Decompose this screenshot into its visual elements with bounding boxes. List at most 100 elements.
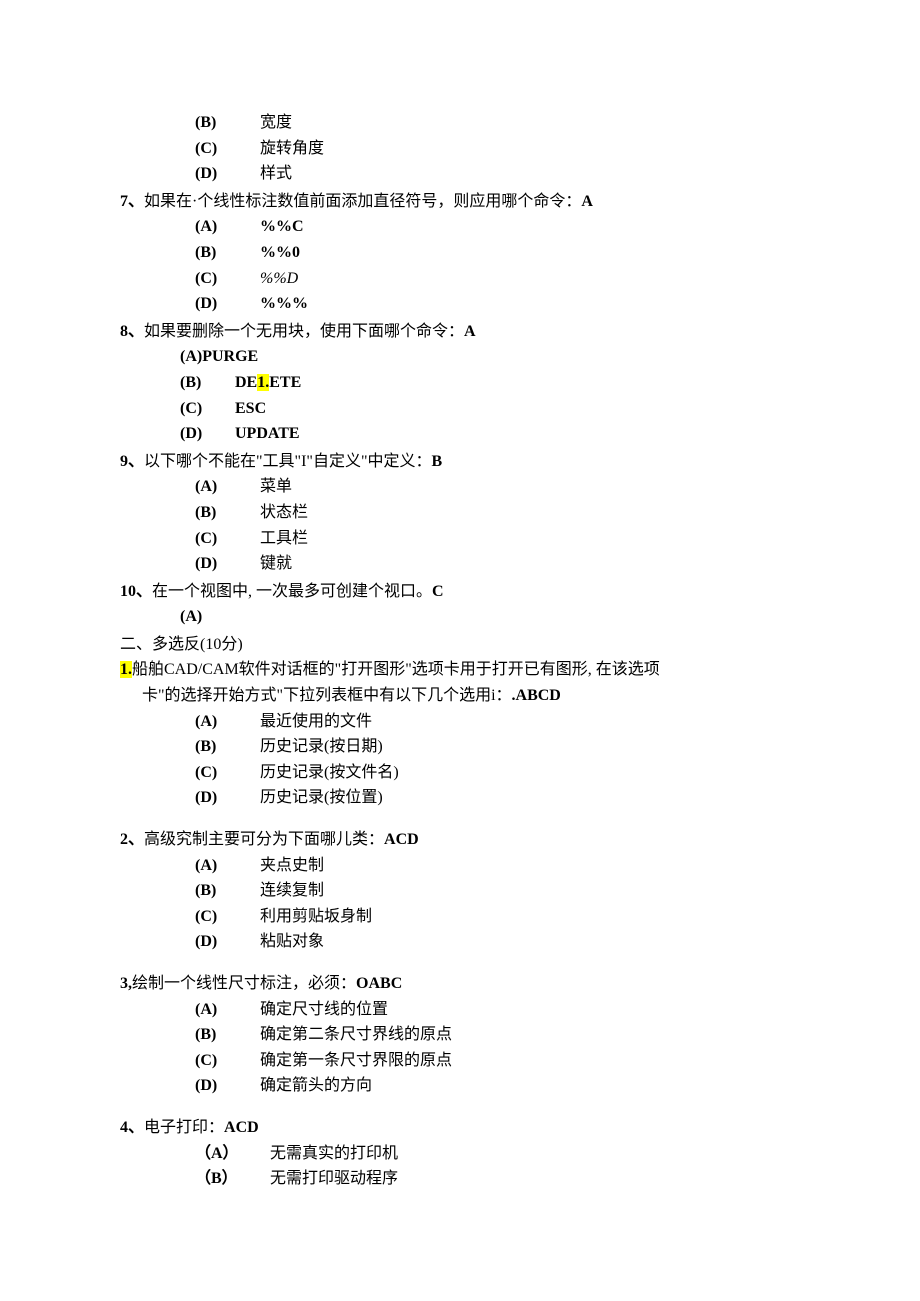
question-answer: C [432,583,444,600]
option-letter: (C) [195,1048,260,1074]
s2q3-options: (A) 确定尺寸线的位置 (B) 确定第二条尺寸界线的原点 (C) 确定第一条尺… [120,997,800,1099]
option-row: (D) 粘贴对象 [195,929,800,955]
question-text: 以下哪个不能在"工具"I"自定义"中定义： [144,453,431,470]
option-row: (C) 历史记录(按文件名) [195,760,800,786]
option-text: 无需打印驱动程序 [270,1166,800,1192]
option-row: (D) 样式 [195,161,800,187]
option-text: ESC [235,396,800,422]
question-9: 9、以下哪个不能在"工具"I"自定义"中定义：B [120,449,800,475]
option-row: (C) 工具栏 [195,526,800,552]
s2-question-3: 3,绘制一个线性尺寸标注，必须：OABC [120,971,800,997]
option-letter: （A） [195,1141,270,1167]
option-letter: (A) [180,604,245,630]
option-letter: (D) [195,291,260,317]
option-row: (A) %%C [195,214,800,240]
option-text: 夹点史制 [260,853,800,879]
question-answer: A [464,323,476,340]
option-letter: (D) [195,929,260,955]
question-text-line2: 卡"的选择开始方式"下拉列表框中有以下几个选用i： [142,687,512,704]
option-text: %%0 [260,240,800,266]
option-letter: (A) [195,474,260,500]
option-text: 连续复制 [260,878,800,904]
option-row: (B) 宽度 [195,110,800,136]
question-text: 高级究制主要可分为下面哪儿类： [144,831,384,848]
option-row: (D) 键就 [195,551,800,577]
option-letter: (A) [195,997,260,1023]
option-row: (D) 确定箭头的方向 [195,1073,800,1099]
option-letter: (B) [195,110,260,136]
option-letter: (B) [195,500,260,526]
option-text: 最近使用的文件 [260,709,800,735]
option-text: DE1.ETE [235,370,800,396]
question-number-highlighted: 1. [120,661,132,678]
s2q2-options: (A) 夹点史制 (B) 连续复制 (C) 利用剪贴坂身制 (D) 粘贴对象 [120,853,800,955]
q8-options: (A)PURGE (B) DE1.ETE (C) ESC (D) UPDATE [120,344,800,446]
option-row: （A） 无需真实的打印机 [195,1141,800,1167]
option-a: (A)PURGE [180,344,800,370]
option-row: (A) [180,604,800,630]
option-text: 历史记录(按日期) [260,734,800,760]
q9-options: (A) 菜单 (B) 状态栏 (C) 工具栏 (D) 键就 [120,474,800,576]
option-row: (D) %%% [195,291,800,317]
option-letter: (B) [195,240,260,266]
option-letter: (D) [195,161,260,187]
option-letter: (C) [195,760,260,786]
option-letter: (C) [195,266,260,292]
question-answer: ACD [384,831,419,848]
option-row: (B) 确定第二条尺寸界线的原点 [195,1022,800,1048]
option-text: 确定第二条尺寸界线的原点 [260,1022,800,1048]
option-row: (C) 确定第一条尺寸界限的原点 [195,1048,800,1074]
s2q4-options: （A） 无需真实的打印机 （B） 无需打印驱动程序 [120,1141,800,1192]
question-text-line1: 船舶CAD/CAM软件对话框的"打开图形"选项卡用于打开已有图形, 在该选项 [132,661,660,678]
option-text: 键就 [260,551,800,577]
option-letter: (D) [195,785,260,811]
question-answer: B [431,453,442,470]
question-number: 4、 [120,1119,144,1136]
option-text: 菜单 [260,474,800,500]
option-letter: (B) [180,370,235,396]
option-text: 粘贴对象 [260,929,800,955]
option-row: (B) 历史记录(按日期) [195,734,800,760]
option-letter: (A) [195,853,260,879]
option-text: 确定箭头的方向 [260,1073,800,1099]
highlighted-text: 1. [257,374,269,391]
option-text: %%% [260,291,800,317]
question-8: 8、如果要删除一个无用块，使用下面哪个命令：A [120,319,800,345]
option-text: 历史记录(按文件名) [260,760,800,786]
option-letter: (B) [195,878,260,904]
text-part: ETE [269,374,301,391]
question-number: 8、 [120,323,144,340]
question-answer: OABC [356,975,402,992]
option-text: 利用剪贴坂身制 [260,904,800,930]
option-letter: (B) [195,734,260,760]
option-text: 确定尺寸线的位置 [260,997,800,1023]
option-row: (B) DE1.ETE [180,370,800,396]
option-row: （B） 无需打印驱动程序 [195,1166,800,1192]
q6-options: (B) 宽度 (C) 旋转角度 (D) 样式 [120,110,800,187]
option-letter: (D) [195,551,260,577]
question-10: 10、在一个视图中, 一次最多可创建个视口。C [120,579,800,605]
option-letter: (D) [195,1073,260,1099]
option-row: (C) 旋转角度 [195,136,800,162]
question-answer: .ABCD [512,687,561,704]
question-number: 7、 [120,193,144,210]
option-letter: (C) [195,136,260,162]
option-letter: (D) [180,421,235,447]
question-answer: A [581,193,593,210]
option-text: 样式 [260,161,800,187]
option-letter: (C) [195,904,260,930]
option-text: 历史记录(按位置) [260,785,800,811]
s2q1-options: (A) 最近使用的文件 (B) 历史记录(按日期) (C) 历史记录(按文件名)… [120,709,800,811]
question-number: 10、 [120,583,152,600]
option-text: UPDATE [235,421,800,447]
s2-question-1-line2: 卡"的选择开始方式"下拉列表框中有以下几个选用i：.ABCD [142,683,800,709]
option-letter: (A) [195,709,260,735]
option-row: (A) 夹点史制 [195,853,800,879]
question-answer: ACD [224,1119,259,1136]
option-text: %%D [260,266,800,292]
option-text: 无需真实的打印机 [270,1141,800,1167]
option-text: 旋转角度 [260,136,800,162]
option-row: (B) 状态栏 [195,500,800,526]
option-row: (D) 历史记录(按位置) [195,785,800,811]
option-letter: (B) [195,1022,260,1048]
